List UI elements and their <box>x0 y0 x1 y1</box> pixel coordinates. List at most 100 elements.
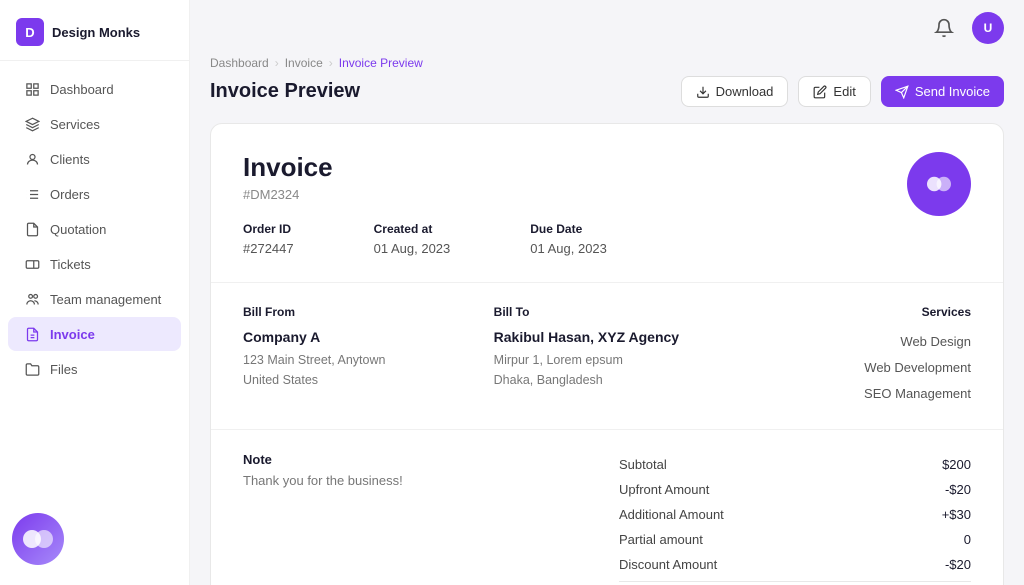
sidebar-label-tickets: Tickets <box>50 257 91 272</box>
bill-to-address: Mirpur 1, Lorem epsum Dhaka, Bangladesh <box>494 350 721 390</box>
additional-label: Additional Amount <box>619 507 724 522</box>
due-date-meta: Due Date 01 Aug, 2023 <box>530 222 607 258</box>
bill-from-col: Bill From Company A 123 Main Street, Any… <box>243 305 470 407</box>
team-icon <box>24 291 40 307</box>
order-id-value: #272447 <box>243 241 294 256</box>
app-name: Design Monks <box>52 25 140 40</box>
bill-to-title: Bill To <box>494 305 721 319</box>
services-icon <box>24 116 40 132</box>
files-icon <box>24 361 40 377</box>
main-content: U Dashboard › Invoice › Invoice Preview … <box>190 0 1024 585</box>
sidebar-item-quotation[interactable]: Quotation <box>8 212 181 246</box>
sidebar-item-services[interactable]: Services <box>8 107 181 141</box>
partial-label: Partial amount <box>619 532 703 547</box>
sidebar-nav: Dashboard Services Clients Orders <box>0 61 189 503</box>
note-title: Note <box>243 452 595 467</box>
download-button[interactable]: Download <box>681 76 789 107</box>
service-item-2: Web Development <box>744 355 971 381</box>
invoice-main-title: Invoice <box>243 152 607 183</box>
note-block: Note Thank you for the business! <box>243 452 595 585</box>
note-totals-section: Note Thank you for the business! Subtota… <box>211 430 1003 585</box>
invoice-meta: Order ID #272447 Created at 01 Aug, 2023… <box>243 222 607 258</box>
orders-icon <box>24 186 40 202</box>
sidebar-label-clients: Clients <box>50 152 90 167</box>
dashboard-icon <box>24 81 40 97</box>
clients-icon <box>24 151 40 167</box>
totals-row-partial: Partial amount 0 <box>619 527 971 552</box>
breadcrumb: Dashboard › Invoice › Invoice Preview <box>210 56 1004 70</box>
invoice-logo <box>907 152 971 216</box>
upfront-value: -$20 <box>945 482 971 497</box>
bill-section: Bill From Company A 123 Main Street, Any… <box>211 283 1003 430</box>
sidebar-label-team: Team management <box>50 292 161 307</box>
order-id-label: Order ID <box>243 222 294 236</box>
additional-value: +$30 <box>942 507 971 522</box>
send-invoice-button[interactable]: Send Invoice <box>881 76 1004 107</box>
totals-row-upfront: Upfront Amount -$20 <box>619 477 971 502</box>
upfront-label: Upfront Amount <box>619 482 709 497</box>
discount-value: -$20 <box>945 557 971 572</box>
invoice-header-section: Invoice #DM2324 Order ID #272447 Created… <box>211 124 1003 283</box>
bill-from-title: Bill From <box>243 305 470 319</box>
created-at-label: Created at <box>374 222 451 236</box>
bottom-logo <box>12 513 64 565</box>
user-avatar[interactable]: U <box>972 12 1004 44</box>
sidebar-item-orders[interactable]: Orders <box>8 177 181 211</box>
due-date-value: 01 Aug, 2023 <box>530 241 607 256</box>
partial-value: 0 <box>964 532 971 547</box>
created-at-value: 01 Aug, 2023 <box>374 241 451 256</box>
sidebar-bottom <box>0 503 189 585</box>
tickets-icon <box>24 256 40 272</box>
top-bar: U <box>190 0 1024 56</box>
invoice-icon <box>24 326 40 342</box>
breadcrumb-invoice[interactable]: Invoice <box>285 56 323 70</box>
sidebar-label-orders: Orders <box>50 187 90 202</box>
totals-row-additional: Additional Amount +$30 <box>619 502 971 527</box>
subtotal-label: Subtotal <box>619 457 667 472</box>
content-area: Dashboard › Invoice › Invoice Preview In… <box>190 56 1024 585</box>
discount-label: Discount Amount <box>619 557 717 572</box>
order-id-meta: Order ID #272447 <box>243 222 294 258</box>
totals-row-discount: Discount Amount -$20 <box>619 552 971 577</box>
sidebar-item-tickets[interactable]: Tickets <box>8 247 181 281</box>
sidebar-item-team[interactable]: Team management <box>8 282 181 316</box>
breadcrumb-sep-2: › <box>329 56 333 70</box>
sidebar-label-services: Services <box>50 117 100 132</box>
sidebar-item-dashboard[interactable]: Dashboard <box>8 72 181 106</box>
sidebar-item-invoice[interactable]: Invoice <box>8 317 181 351</box>
logo-icon: D <box>16 18 44 46</box>
notification-icon[interactable] <box>928 12 960 44</box>
breadcrumb-dashboard[interactable]: Dashboard <box>210 56 269 70</box>
page-header: Invoice Preview Download Edit Send Invoi… <box>210 76 1004 107</box>
edit-button[interactable]: Edit <box>798 76 870 107</box>
subtotal-value: $200 <box>942 457 971 472</box>
breadcrumb-current: Invoice Preview <box>339 56 423 70</box>
totals-row-subtotal: Subtotal $200 <box>619 452 971 477</box>
bill-to-col: Bill To Rakibul Hasan, XYZ Agency Mirpur… <box>494 305 721 407</box>
breadcrumb-sep-1: › <box>275 56 279 70</box>
created-at-meta: Created at 01 Aug, 2023 <box>374 222 451 258</box>
bill-to-name: Rakibul Hasan, XYZ Agency <box>494 329 721 345</box>
invoice-id: #DM2324 <box>243 187 607 202</box>
bill-from-address: 123 Main Street, Anytown United States <box>243 350 470 390</box>
sidebar: D Design Monks Dashboard Services Client… <box>0 0 190 585</box>
quotation-icon <box>24 221 40 237</box>
sidebar-label-invoice: Invoice <box>50 327 95 342</box>
sidebar-logo: D Design Monks <box>0 0 189 61</box>
bill-from-name: Company A <box>243 329 470 345</box>
note-text: Thank you for the business! <box>243 473 595 488</box>
invoice-card: Invoice #DM2324 Order ID #272447 Created… <box>210 123 1004 585</box>
service-item-3: SEO Management <box>744 381 971 407</box>
totals-row-total: Total Amount $190 <box>619 581 971 585</box>
due-date-label: Due Date <box>530 222 607 236</box>
page-title: Invoice Preview <box>210 80 360 103</box>
services-title: Services <box>744 305 971 319</box>
sidebar-item-files[interactable]: Files <box>8 352 181 386</box>
totals-table: Subtotal $200 Upfront Amount -$20 Additi… <box>619 452 971 585</box>
sidebar-label-files: Files <box>50 362 77 377</box>
sidebar-item-clients[interactable]: Clients <box>8 142 181 176</box>
services-list: Web Design Web Development SEO Managemen… <box>744 329 971 407</box>
header-actions: Download Edit Send Invoice <box>681 76 1004 107</box>
invoice-title-block: Invoice #DM2324 Order ID #272447 Created… <box>243 152 607 258</box>
sidebar-label-quotation: Quotation <box>50 222 106 237</box>
